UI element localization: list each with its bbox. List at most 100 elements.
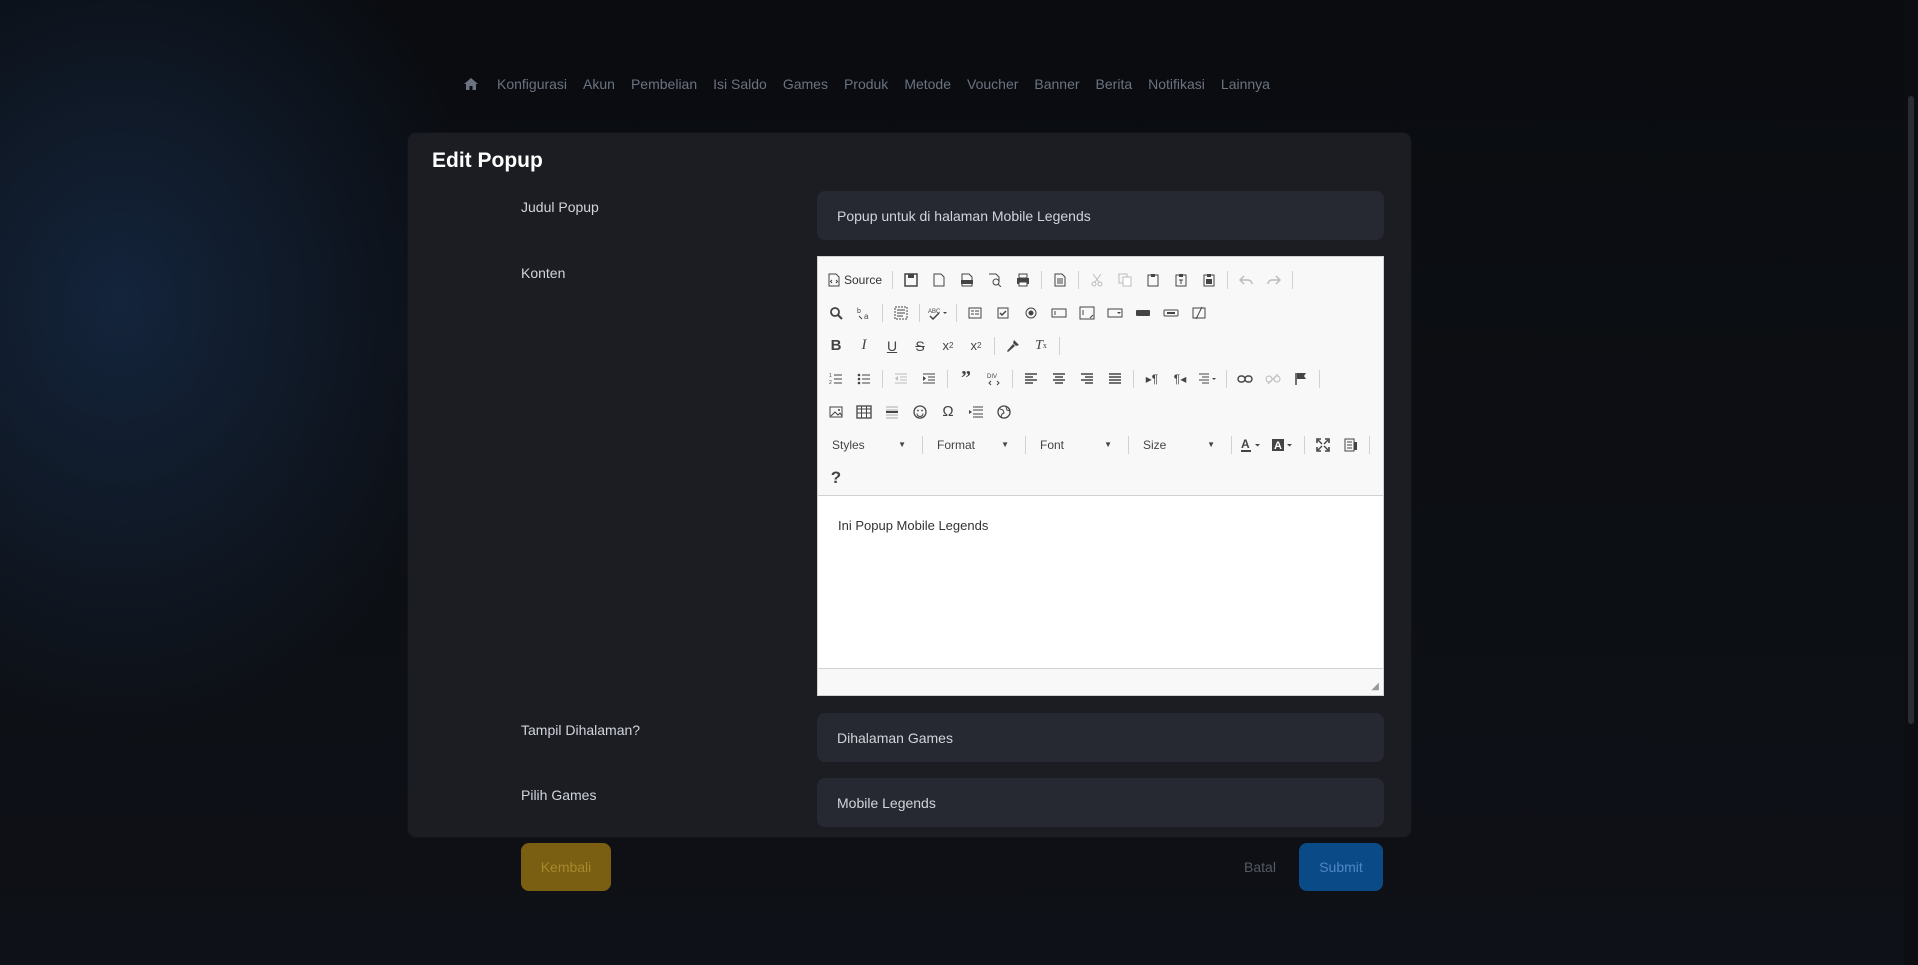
save-icon[interactable] bbox=[899, 268, 923, 292]
templates-icon[interactable] bbox=[1048, 268, 1072, 292]
paste-icon[interactable] bbox=[1141, 268, 1165, 292]
div-container-icon[interactable]: DIV bbox=[982, 367, 1006, 391]
toolbar-separator bbox=[947, 369, 948, 388]
size-dropdown-label: Size bbox=[1143, 437, 1167, 452]
nav-item-banner[interactable]: Banner bbox=[1026, 76, 1087, 92]
textarea-icon[interactable] bbox=[1075, 301, 1099, 325]
preview-icon[interactable] bbox=[983, 268, 1007, 292]
strikethrough-icon[interactable]: S bbox=[908, 334, 932, 358]
toolbar-separator bbox=[1133, 369, 1134, 388]
export-pdf-icon[interactable] bbox=[955, 268, 979, 292]
link-icon[interactable] bbox=[1233, 367, 1257, 391]
special-char-icon[interactable]: Ω bbox=[936, 400, 960, 424]
blockquote-icon[interactable]: ” bbox=[954, 367, 978, 391]
remove-format-icon[interactable]: Tx bbox=[1029, 334, 1053, 358]
replace-icon[interactable]: ba bbox=[852, 301, 876, 325]
select-all-icon[interactable] bbox=[889, 301, 913, 325]
select-field-icon[interactable] bbox=[1103, 301, 1127, 325]
nav-item-voucher[interactable]: Voucher bbox=[959, 76, 1026, 92]
source-button[interactable]: Source bbox=[824, 268, 886, 292]
show-blocks-icon[interactable] bbox=[1339, 433, 1363, 457]
align-left-icon[interactable] bbox=[1019, 367, 1043, 391]
superscript-icon[interactable]: x2 bbox=[964, 334, 988, 358]
nav-item-metode[interactable]: Metode bbox=[896, 76, 959, 92]
home-icon[interactable] bbox=[455, 77, 489, 91]
page-break-icon[interactable] bbox=[964, 400, 988, 424]
paste-word-icon[interactable] bbox=[1197, 268, 1221, 292]
iframe-globe-icon[interactable] bbox=[992, 400, 1016, 424]
button-field-icon[interactable] bbox=[1131, 301, 1155, 325]
image-icon[interactable] bbox=[824, 400, 848, 424]
nav-item-akun[interactable]: Akun bbox=[575, 76, 623, 92]
toolbar-separator bbox=[919, 303, 920, 322]
pilih-games-label: Pilih Games bbox=[521, 787, 597, 803]
smiley-icon[interactable] bbox=[908, 400, 932, 424]
size-dropdown[interactable]: Size ▼ bbox=[1135, 433, 1223, 457]
align-justify-icon[interactable] bbox=[1103, 367, 1127, 391]
hidden-field-icon[interactable] bbox=[1187, 301, 1211, 325]
styles-dropdown[interactable]: Styles ▼ bbox=[824, 433, 914, 457]
anchor-flag-icon[interactable] bbox=[1289, 367, 1313, 391]
nav-item-games[interactable]: Games bbox=[775, 76, 836, 92]
italic-icon[interactable]: I bbox=[852, 334, 876, 358]
cancel-button[interactable]: Batal bbox=[1235, 843, 1285, 891]
pilih-games-select[interactable]: Mobile Legends bbox=[817, 778, 1384, 827]
page-scrollbar[interactable] bbox=[1904, 0, 1918, 965]
spell-check-icon[interactable]: ABC bbox=[926, 301, 950, 325]
outdent-icon[interactable] bbox=[889, 367, 913, 391]
nav-item-isi-saldo[interactable]: Isi Saldo bbox=[705, 76, 775, 92]
subscript-icon[interactable]: x2 bbox=[936, 334, 960, 358]
form-icon[interactable] bbox=[963, 301, 987, 325]
submit-button[interactable]: Submit bbox=[1299, 843, 1383, 891]
nav-item-pembelian[interactable]: Pembelian bbox=[623, 76, 705, 92]
tampil-dihalaman-select[interactable]: Dihalaman Games bbox=[817, 713, 1384, 762]
nav-item-berita[interactable]: Berita bbox=[1088, 76, 1141, 92]
nav-item-konfigurasi[interactable]: Konfigurasi bbox=[489, 76, 575, 92]
nav-item-produk[interactable]: Produk bbox=[836, 76, 896, 92]
nav-item-notifikasi[interactable]: Notifikasi bbox=[1140, 76, 1213, 92]
format-dropdown[interactable]: Format ▼ bbox=[929, 433, 1017, 457]
nav-item-lainnya[interactable]: Lainnya bbox=[1213, 76, 1278, 92]
radio-icon[interactable] bbox=[1019, 301, 1043, 325]
checkbox-icon[interactable] bbox=[991, 301, 1015, 325]
undo-icon[interactable] bbox=[1234, 268, 1258, 292]
maximize-icon[interactable] bbox=[1311, 433, 1335, 457]
horizontal-line-icon[interactable] bbox=[880, 400, 904, 424]
bold-icon[interactable]: B bbox=[824, 334, 848, 358]
scrollbar-thumb[interactable] bbox=[1908, 96, 1914, 724]
table-icon[interactable] bbox=[852, 400, 876, 424]
paste-text-icon[interactable] bbox=[1169, 268, 1193, 292]
judul-popup-input[interactable]: Popup untuk di halaman Mobile Legends bbox=[817, 191, 1384, 240]
indent-icon[interactable] bbox=[917, 367, 941, 391]
find-icon[interactable] bbox=[824, 301, 848, 325]
background-color-icon[interactable]: A bbox=[1270, 433, 1298, 457]
text-direction-rtl-icon[interactable]: ¶◂ bbox=[1168, 367, 1192, 391]
unlink-icon[interactable] bbox=[1261, 367, 1285, 391]
editor-content-area[interactable]: Ini Popup Mobile Legends bbox=[818, 496, 1383, 668]
font-dropdown[interactable]: Font ▼ bbox=[1032, 433, 1120, 457]
underline-icon[interactable]: U bbox=[880, 334, 904, 358]
copy-icon[interactable] bbox=[1113, 268, 1137, 292]
bulleted-list-icon[interactable] bbox=[852, 367, 876, 391]
toolbar-separator bbox=[956, 303, 957, 322]
cut-icon[interactable] bbox=[1085, 268, 1109, 292]
copy-format-icon[interactable] bbox=[1001, 334, 1025, 358]
print-icon[interactable] bbox=[1011, 268, 1035, 292]
new-page-icon[interactable] bbox=[927, 268, 951, 292]
numbered-list-icon[interactable]: 12 bbox=[824, 367, 848, 391]
redo-icon[interactable] bbox=[1262, 268, 1286, 292]
resize-handle-icon[interactable]: ◢ bbox=[1371, 681, 1379, 692]
toolbar-separator bbox=[1128, 435, 1129, 454]
image-button-icon[interactable] bbox=[1159, 301, 1183, 325]
align-center-icon[interactable] bbox=[1047, 367, 1071, 391]
align-right-icon[interactable] bbox=[1075, 367, 1099, 391]
toolbar-separator bbox=[882, 369, 883, 388]
text-color-icon[interactable]: A bbox=[1238, 433, 1266, 457]
help-icon[interactable]: ? bbox=[824, 466, 848, 490]
back-button[interactable]: Kembali bbox=[521, 843, 611, 891]
text-field-icon[interactable] bbox=[1047, 301, 1071, 325]
svg-text:A: A bbox=[1274, 440, 1282, 452]
text-direction-ltr-icon[interactable]: ▸¶ bbox=[1140, 367, 1164, 391]
toolbar-separator bbox=[1369, 435, 1370, 454]
language-icon[interactable] bbox=[1196, 367, 1220, 391]
